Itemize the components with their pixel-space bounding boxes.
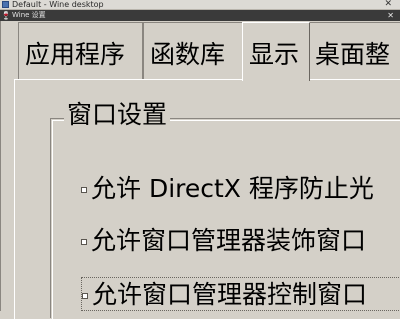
- checkbox[interactable]: [81, 239, 87, 245]
- checkbox[interactable]: [82, 293, 88, 299]
- window-settings-label: 窗口设置: [64, 98, 171, 132]
- dialog-title: Wine 设置: [12, 11, 46, 19]
- option-label: 允许窗口管理器控制窗口: [92, 280, 368, 309]
- option-directx-mouse-capture[interactable]: 允许 DirectX 程序防止光: [81, 172, 400, 206]
- option-label: 允许窗口管理器装饰窗口: [91, 226, 367, 255]
- desktop-titlebar[interactable]: Default - Wine desktop ✕: [0, 0, 400, 10]
- tab-bar: 应用程序 函数库 显示 桌面整: [14, 22, 400, 81]
- option-wm-decorate[interactable]: 允许窗口管理器装饰窗口: [81, 224, 400, 258]
- wine-glass-icon: 🍷: [1, 11, 11, 20]
- option-wm-control[interactable]: 允许窗口管理器控制窗口: [81, 277, 400, 311]
- option-label: 允许 DirectX 程序防止光: [91, 174, 374, 203]
- tab-libraries[interactable]: 函数库: [143, 22, 244, 79]
- dialog-titlebar[interactable]: 🍷 Wine 设置 ✕: [0, 10, 400, 21]
- checkbox[interactable]: [81, 187, 87, 193]
- dialog-close-icon[interactable]: ✕: [387, 10, 394, 21]
- desktop-close-icon[interactable]: ✕: [384, 0, 392, 10]
- app-icon: [2, 1, 9, 8]
- tab-graphics[interactable]: 显示: [242, 22, 310, 81]
- tab-applications[interactable]: 应用程序: [18, 22, 143, 79]
- tab-desktop-integration[interactable]: 桌面整: [308, 22, 400, 79]
- desktop-title: Default - Wine desktop: [12, 0, 104, 9]
